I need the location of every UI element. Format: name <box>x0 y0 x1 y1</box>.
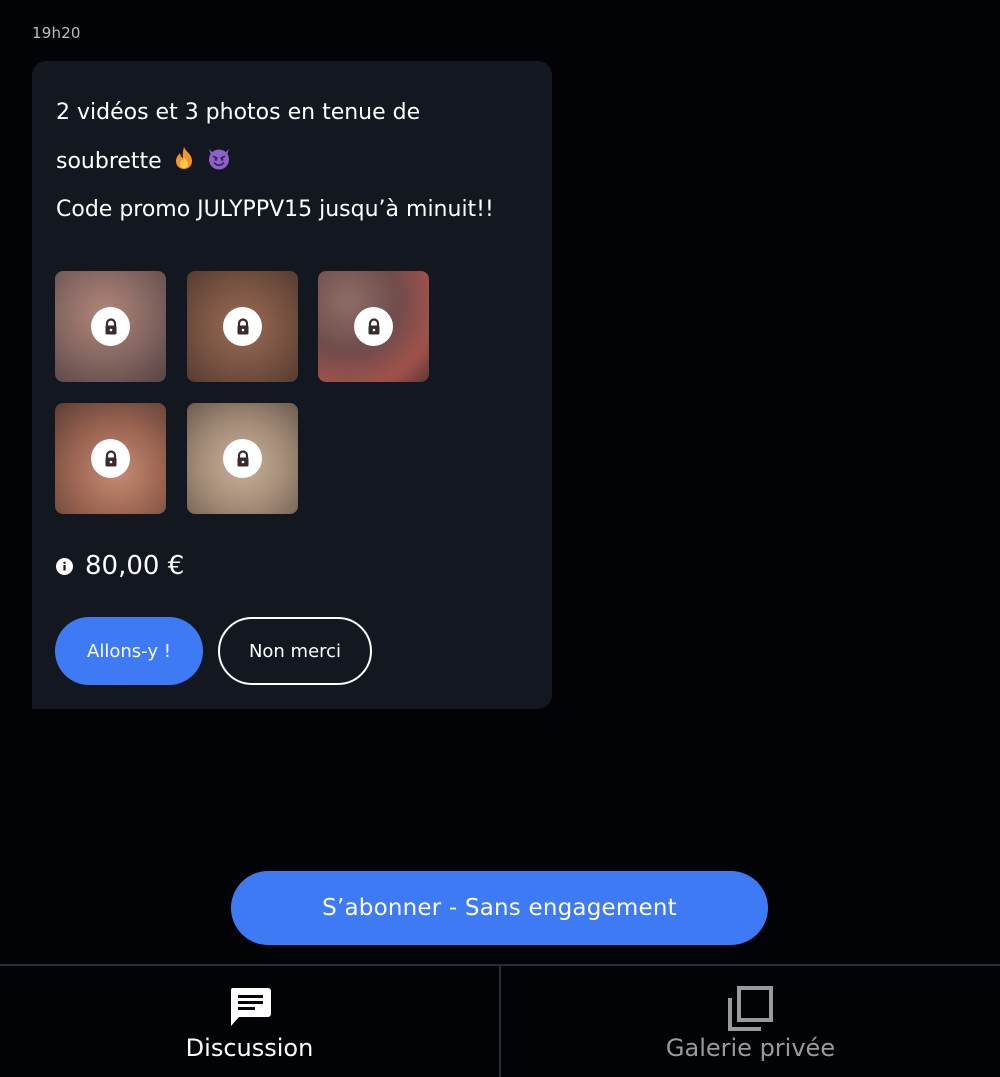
bottom-tab-bar: Discussion Galerie privée <box>0 964 1000 1077</box>
chat-bubble-icon <box>230 988 271 1026</box>
decline-offer-button[interactable]: Non merci <box>218 617 372 685</box>
tab-private-gallery[interactable]: Galerie privée <box>501 966 1000 1077</box>
message-line-2: soubrette <box>56 148 162 174</box>
locked-media-thumbnail[interactable] <box>55 403 166 514</box>
message-line-2-wrap: soubrette <box>56 138 536 187</box>
gallery-stack-icon <box>728 986 773 1031</box>
fire-emoji-icon <box>175 146 192 169</box>
message-bubble: 2 vidéos et 3 photos en tenue de soubret… <box>32 61 552 709</box>
message-timestamp: 19h20 <box>32 24 81 42</box>
lock-icon <box>91 439 130 478</box>
lock-icon <box>223 307 262 346</box>
smiling-devil-emoji-icon <box>208 148 229 169</box>
accept-offer-button[interactable]: Allons-y ! <box>55 617 203 685</box>
lock-icon <box>91 307 130 346</box>
price-row: 80,00 € <box>56 551 184 581</box>
locked-media-thumbnail[interactable] <box>187 271 298 382</box>
lock-icon <box>354 307 393 346</box>
tab-discussion[interactable]: Discussion <box>0 966 499 1077</box>
lock-icon <box>223 439 262 478</box>
tab-discussion-label: Discussion <box>185 1034 314 1062</box>
chat-screen: 19h20 2 vidéos et 3 photos en tenue de s… <box>0 0 1000 1077</box>
locked-media-thumbnail[interactable] <box>55 271 166 382</box>
locked-media-thumbnail[interactable] <box>187 403 298 514</box>
message-text: 2 vidéos et 3 photos en tenue de soubret… <box>56 89 536 235</box>
tab-private-gallery-label: Galerie privée <box>665 1034 836 1062</box>
message-line-3: Code promo JULYPPV15 jusqu’à minuit!! <box>56 197 494 222</box>
price-value: 80,00 € <box>85 551 185 581</box>
subscribe-button[interactable]: S’abonner - Sans engagement <box>231 871 768 945</box>
message-line-1: 2 vidéos et 3 photos en tenue de <box>56 100 421 125</box>
locked-media-thumbnail[interactable] <box>318 271 429 382</box>
info-icon <box>56 557 73 575</box>
